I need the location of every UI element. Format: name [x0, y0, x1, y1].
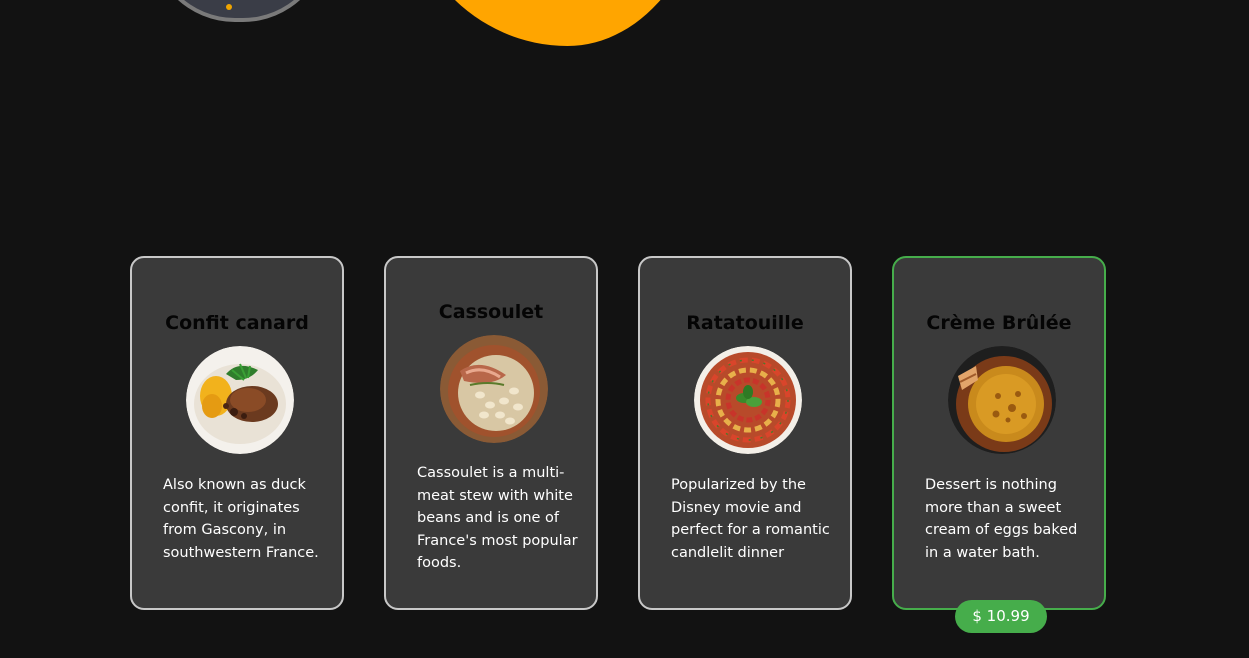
cassoulet-dish-icon	[440, 335, 548, 443]
dish-card-creme-brulee[interactable]: Crème Brûlée Dessert is nothing more tha…	[892, 256, 1106, 610]
ratatouille-dish-icon	[694, 346, 802, 454]
dish-description: Dessert is nothing more than a sweet cre…	[925, 477, 1078, 561]
menu-page: Confit canard Also known as duck confit,…	[0, 0, 1249, 658]
confit-canard-dish-icon	[186, 346, 294, 454]
dish-card-cassoulet[interactable]: Cassoulet Cassoulet is a multi-meat stew…	[384, 256, 598, 610]
price-badge[interactable]: $ 10.99	[955, 600, 1047, 633]
dish-title: Ratatouille	[686, 312, 804, 334]
dish-card-confit-canard[interactable]: Confit canard Also known as duck confit,…	[130, 256, 344, 610]
dish-description: Cassoulet is a multi-meat stew with whit…	[417, 465, 578, 571]
dish-title: Confit canard	[165, 312, 309, 334]
dish-description: Popularized by the Disney movie and perf…	[671, 477, 830, 561]
dish-title: Cassoulet	[438, 301, 544, 323]
logo-dot	[226, 4, 232, 10]
dish-card-ratatouille[interactable]: Ratatouille Popularized by the Disney mo…	[638, 256, 852, 610]
orange-blob-decoration	[400, 0, 710, 46]
creme-brulee-dish-icon	[948, 346, 1056, 454]
dish-description: Also known as duck confit, it originates…	[163, 477, 319, 561]
logo-circle-icon	[150, 0, 328, 22]
dish-title: Crème Brûlée	[926, 312, 1072, 334]
